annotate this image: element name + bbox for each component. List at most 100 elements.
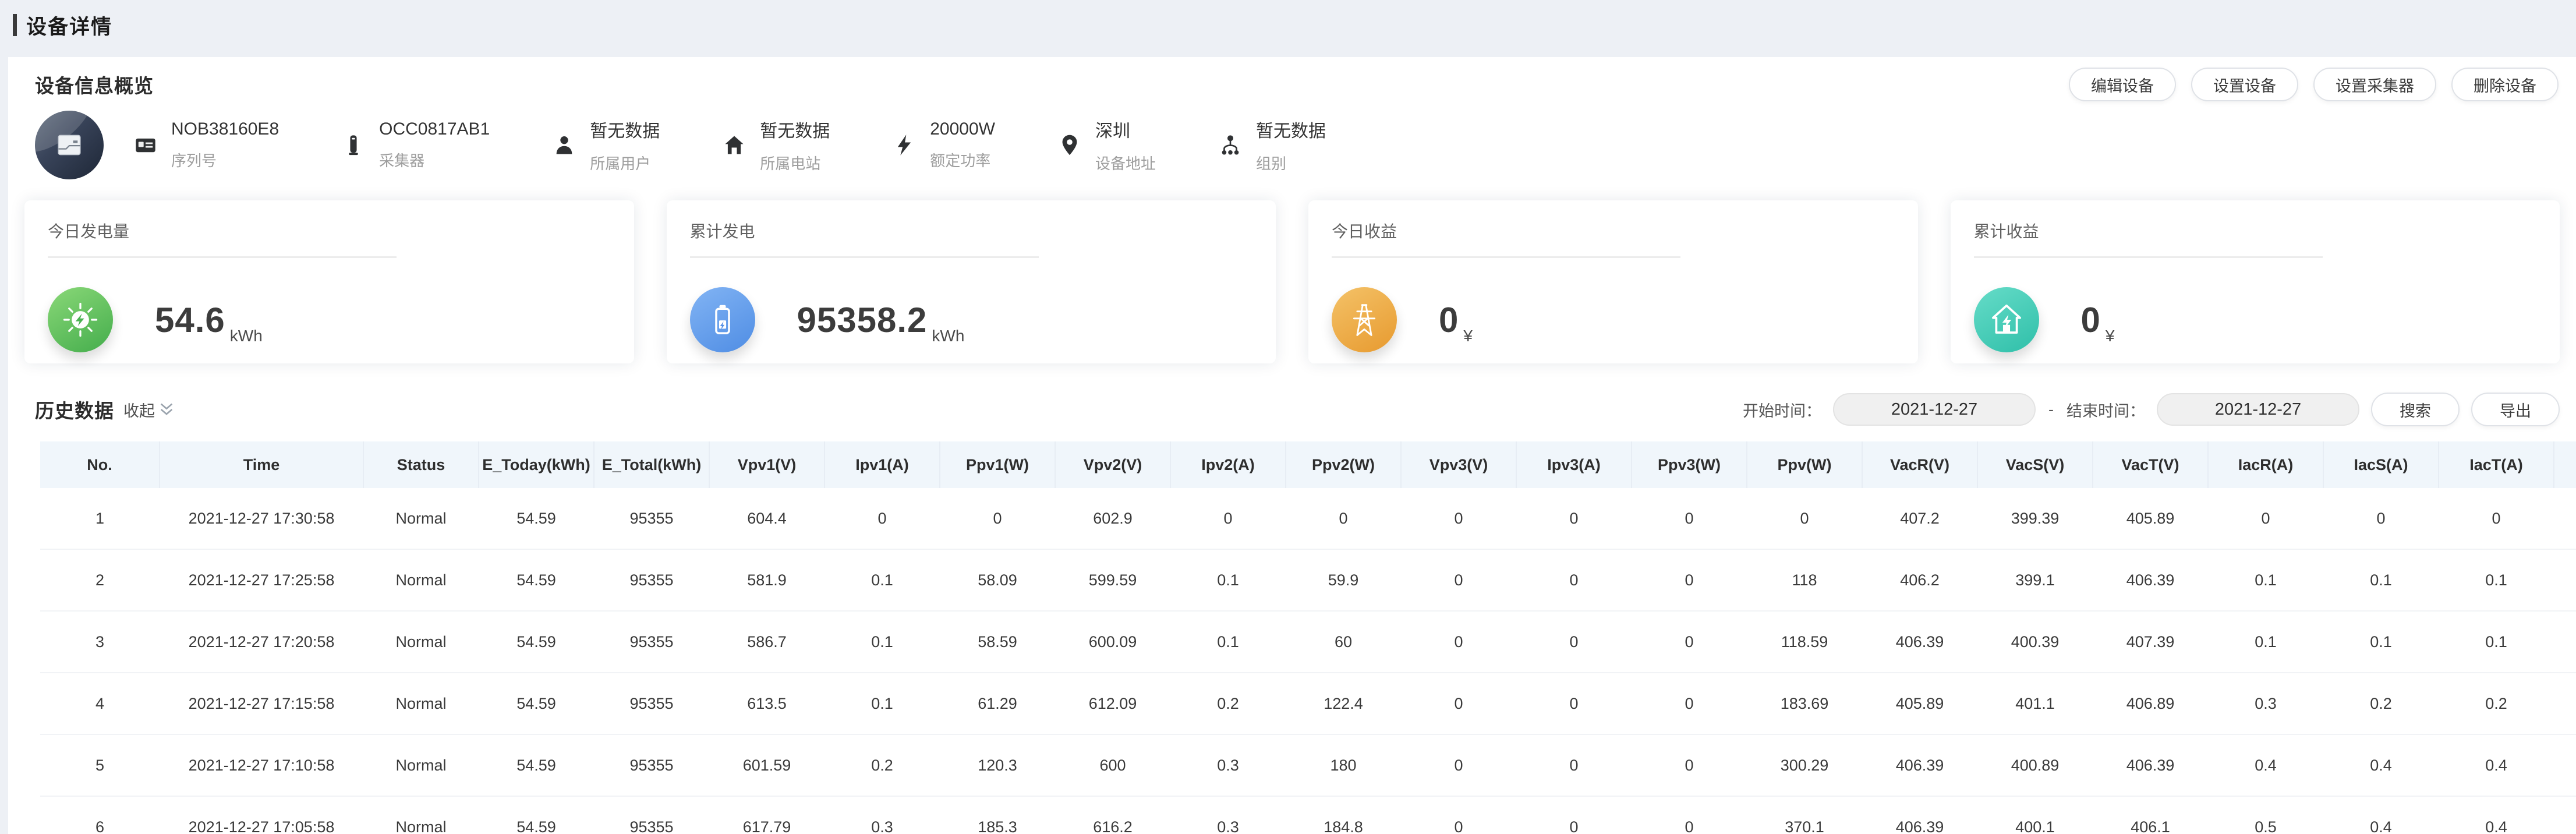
table-cell: 0.1 <box>1170 549 1286 611</box>
table-cell: 0.1 <box>825 549 940 611</box>
table-cell: 0.1 <box>2439 549 2554 611</box>
table-cell: 2021-12-27 17:25:58 <box>160 549 363 611</box>
device-info-row: NOB38160E8 序列号 OCC0817AB1 采集器 暂无数据 <box>35 111 2576 179</box>
table-cell: 600 <box>1055 734 1170 796</box>
table-cell: 0 <box>1516 673 1632 734</box>
search-button[interactable]: 搜索 <box>2371 393 2460 426</box>
table-cell: 406.39 <box>1862 734 1977 796</box>
table-cell: 0.2 <box>1170 673 1286 734</box>
table-cell: Normal <box>363 734 479 796</box>
end-date-input[interactable]: 2021-12-27 <box>2157 393 2359 426</box>
table-cell: 118.59 <box>1747 611 1862 673</box>
table-cell: 0.1 <box>2208 549 2323 611</box>
table-cell: 0 <box>1401 488 1516 549</box>
column-header: No. <box>40 441 160 488</box>
table-cell: 401.1 <box>1977 673 2093 734</box>
table-cell: 180 <box>1286 734 1401 796</box>
table-cell-partial <box>2554 673 2576 734</box>
start-time-label: 开始时间： <box>1743 398 1821 421</box>
table-cell: 54.59 <box>479 796 594 834</box>
table-cell: 406.39 <box>2093 734 2208 796</box>
table-cell: Normal <box>363 796 479 834</box>
stat-card-unit: kWh <box>230 327 263 352</box>
table-cell: 2021-12-27 17:20:58 <box>160 611 363 673</box>
column-header: Ipv2(A) <box>1170 441 1286 488</box>
table-cell: 405.89 <box>1862 673 1977 734</box>
table-cell: 2021-12-27 17:10:58 <box>160 734 363 796</box>
info-item: OCC0817AB1 采集器 <box>342 119 490 171</box>
table-cell: 118 <box>1747 549 1862 611</box>
stat-card-value: 54.6 <box>155 300 225 340</box>
table-cell: 54.59 <box>479 734 594 796</box>
info-item: 暂无数据 所属电站 <box>723 116 830 174</box>
column-header: IacT(A) <box>2439 441 2554 488</box>
table-cell: 0 <box>1632 611 1747 673</box>
table-cell: 0 <box>1170 488 1286 549</box>
table-cell: 0.1 <box>1170 611 1286 673</box>
column-header: Ipv3(A) <box>1516 441 1632 488</box>
location-icon <box>1058 133 1081 157</box>
table-cell: 0.1 <box>825 611 940 673</box>
id-card-icon <box>134 133 157 157</box>
table-cell: 0.4 <box>2208 734 2323 796</box>
table-cell: 59.9 <box>1286 549 1401 611</box>
table-cell: 0.1 <box>2208 611 2323 673</box>
table-cell-partial <box>2554 488 2576 549</box>
table-cell: 370.1 <box>1747 796 1862 834</box>
table-cell: 58.59 <box>940 611 1055 673</box>
device-action-buttons: 编辑设备设置设备设置采集器删除设备 <box>2069 68 2559 101</box>
export-button[interactable]: 导出 <box>2471 393 2560 426</box>
table-cell: 400.1 <box>1977 796 2093 834</box>
action-button[interactable]: 设置设备 <box>2191 68 2298 101</box>
table-cell: 2021-12-27 17:05:58 <box>160 796 363 834</box>
column-header: Ipv1(A) <box>825 441 940 488</box>
table-cell: 183.69 <box>1747 673 1862 734</box>
table-cell: 0 <box>1401 611 1516 673</box>
action-button[interactable]: 设置采集器 <box>2313 68 2436 101</box>
table-cell: 600.09 <box>1055 611 1170 673</box>
history-section-title: 历史数据 <box>35 395 114 423</box>
table-cell: 95355 <box>594 611 709 673</box>
table-cell: 0 <box>1401 673 1516 734</box>
column-header: Vpv1(V) <box>709 441 825 488</box>
table-cell: 599.59 <box>1055 549 1170 611</box>
table-cell: 4 <box>40 673 160 734</box>
main-panel: 设备信息概览 编辑设备设置设备设置采集器删除设备 NOB38160E8 序列号 <box>8 57 2576 834</box>
station-icon <box>723 133 746 157</box>
start-date-input[interactable]: 2021-12-27 <box>1833 393 2036 426</box>
info-item: 暂无数据 所属用户 <box>553 116 660 174</box>
info-label: 序列号 <box>171 149 279 171</box>
table-cell: 185.3 <box>940 796 1055 834</box>
table-cell-partial <box>2554 796 2576 834</box>
stat-cards: 今日发电量 54.6 kWh 累计发电 95358.2 kWh <box>24 200 2560 363</box>
table-cell: 54.59 <box>479 673 594 734</box>
action-button[interactable]: 编辑设备 <box>2069 68 2176 101</box>
table-cell: 95355 <box>594 488 709 549</box>
title-accent-bar <box>13 14 17 36</box>
table-cell-partial <box>2554 611 2576 673</box>
action-button[interactable]: 删除设备 <box>2451 68 2559 101</box>
info-item: NOB38160E8 序列号 <box>134 119 279 171</box>
info-value: 暂无数据 <box>590 116 660 142</box>
column-header: VacR(V) <box>1862 441 1977 488</box>
stat-card: 今日发电量 54.6 kWh <box>24 200 634 363</box>
group-icon <box>1219 133 1242 157</box>
table-cell: 0 <box>940 488 1055 549</box>
table-cell: 406.39 <box>2093 549 2208 611</box>
date-range-separator: - <box>2048 401 2054 419</box>
info-item: 20000W 额定功率 <box>893 119 995 171</box>
table-row: 22021-12-27 17:25:58Normal54.5995355581.… <box>40 549 2576 611</box>
stat-card-title: 今日收益 <box>1332 219 1895 242</box>
info-value: OCC0817AB1 <box>379 119 490 139</box>
table-cell: Normal <box>363 549 479 611</box>
info-item: 暂无数据 组别 <box>1219 116 1326 174</box>
history-table: No.TimeStatusE_Today(kWh)E_Total(kWh)Vpv… <box>40 441 2576 834</box>
info-value: 深圳 <box>1095 116 1156 142</box>
collapse-toggle[interactable]: 收起 <box>123 398 176 421</box>
table-cell: 60 <box>1286 611 1401 673</box>
table-cell: 400.89 <box>1977 734 2093 796</box>
table-row: 12021-12-27 17:30:58Normal54.5995355604.… <box>40 488 2576 549</box>
table-cell: 0 <box>1632 796 1747 834</box>
table-cell: 95355 <box>594 549 709 611</box>
table-cell: 406.39 <box>1862 611 1977 673</box>
